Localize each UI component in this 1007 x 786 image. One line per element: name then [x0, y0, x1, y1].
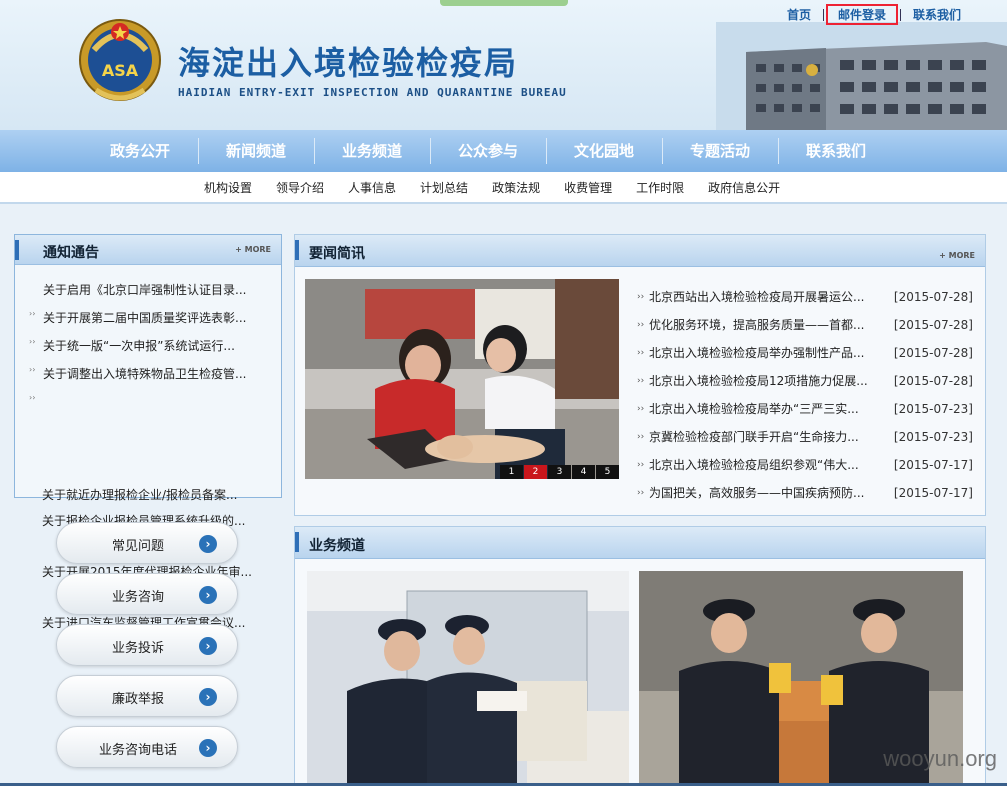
- slider-dot[interactable]: 3: [548, 465, 571, 479]
- notice-panel-title: 通知通告: [43, 245, 99, 261]
- news-slider-photo[interactable]: 1 2 3 4 5: [305, 279, 619, 479]
- cpr-training-photo: [305, 279, 619, 479]
- news-item[interactable]: 北京西站出入境检验检疫局开展暑运公... [2015-07-28]: [637, 283, 973, 311]
- news-panel-title: 要闻简讯: [309, 246, 365, 262]
- nav-item-news[interactable]: 新闻频道: [198, 130, 314, 172]
- top-tab-decoration: [440, 0, 568, 6]
- business-photo-inspection[interactable]: [307, 571, 629, 786]
- news-date: [2015-07-28]: [893, 346, 973, 360]
- svg-text:ASA: ASA: [102, 61, 139, 80]
- subnav-item[interactable]: 政策法规: [480, 179, 552, 196]
- inspection-photo: [307, 571, 629, 786]
- news-title[interactable]: 北京出入境检验检疫局举办“三严三实...: [637, 395, 867, 423]
- top-links: 首页 邮件登录 联系我们: [777, 4, 971, 25]
- news-title[interactable]: 为国把关，高效服务——中国疾病预防...: [637, 479, 867, 507]
- business-complaint-button[interactable]: 业务投诉 ›: [56, 624, 238, 666]
- news-date: [2015-07-23]: [893, 430, 973, 444]
- notice-item[interactable]: 关于启用《北京口岸强制性认证目录...: [29, 279, 273, 325]
- notice-list: 关于启用《北京口岸强制性认证目录... 关于开展第二届中国质量奖评选表彰... …: [29, 279, 273, 409]
- bureau-emblem-icon: ASA: [79, 19, 161, 101]
- news-title[interactable]: 优化服务环境，提高服务质量——首都...: [637, 311, 867, 339]
- building-photo: [716, 22, 1007, 130]
- home-link[interactable]: 首页: [777, 6, 821, 23]
- slider-dot[interactable]: 5: [596, 465, 619, 479]
- nav-item-government-affairs[interactable]: 政务公开: [82, 130, 198, 172]
- slider-pagination: 1 2 3 4 5: [499, 465, 619, 479]
- news-more-link[interactable]: + MORE: [939, 251, 975, 260]
- slider-dot-active[interactable]: 2: [524, 465, 547, 479]
- business-panel-title: 业务频道: [309, 538, 365, 554]
- notice-item[interactable]: 关于开展第二届中国质量奖评选表彰...: [29, 307, 273, 353]
- header-accent-bar: [15, 240, 19, 260]
- nav-item-public-participation[interactable]: 公众参与: [430, 130, 546, 172]
- top-link-divider: [899, 8, 901, 21]
- nav-item-business[interactable]: 业务频道: [314, 130, 430, 172]
- arrow-right-icon: ›: [199, 586, 217, 604]
- business-consult-button[interactable]: 业务咨询 ›: [56, 573, 238, 615]
- news-item[interactable]: 为国把关，高效服务——中国疾病预防... [2015-07-17]: [637, 479, 973, 507]
- site-subtitle: HAIDIAN ENTRY-EXIT INSPECTION AND QUARAN…: [178, 86, 567, 99]
- header-accent-bar: [295, 240, 299, 260]
- mail-login-link[interactable]: 邮件登录: [825, 4, 898, 25]
- news-title[interactable]: 北京西站出入境检验检疫局开展暑运公...: [637, 283, 867, 311]
- site-header: ASA 海淀出入境检验检疫局 HAIDIAN ENTRY-EXIT INSPEC…: [0, 0, 1007, 130]
- news-date: [2015-07-17]: [893, 486, 973, 500]
- notice-item[interactable]: 关于调整出入境特殊物品卫生检疫管...: [29, 363, 273, 409]
- news-item[interactable]: 北京出入境检验检疫局12项措施力促展... [2015-07-28]: [637, 367, 973, 395]
- subnav-item[interactable]: 人事信息: [336, 179, 408, 196]
- news-date: [2015-07-17]: [893, 458, 973, 472]
- business-panel-header: 业务频道: [295, 527, 985, 559]
- integrity-report-button[interactable]: 廉政举报 ›: [56, 675, 238, 717]
- subnav-item[interactable]: 领导介绍: [264, 179, 336, 196]
- notice-more-link[interactable]: + MORE: [235, 245, 271, 254]
- slider-dot[interactable]: 4: [572, 465, 595, 479]
- subnav-item[interactable]: 计划总结: [408, 179, 480, 196]
- news-title[interactable]: 京冀检验检疫部门联手开启“生命接力...: [637, 423, 867, 451]
- sub-nav: 机构设置 领导介绍 人事信息 计划总结 政策法规 收费管理 工作时限 政府信息公…: [0, 172, 1007, 204]
- news-panel-header: 要闻简讯 + MORE: [295, 235, 985, 267]
- notice-panel: 通知通告 + MORE 关于启用《北京口岸强制性认证目录... 关于开展第二届中…: [14, 234, 282, 498]
- notice-item[interactable]: 关于就近办理报检企业/报检员备案...: [42, 484, 252, 506]
- news-date: [2015-07-28]: [893, 290, 973, 304]
- news-item[interactable]: 京冀检验检疫部门联手开启“生命接力... [2015-07-23]: [637, 423, 973, 451]
- nav-item-culture[interactable]: 文化园地: [546, 130, 662, 172]
- site-title: 海淀出入境检验检疫局: [178, 44, 519, 82]
- arrow-right-icon: ›: [199, 688, 217, 706]
- subnav-item[interactable]: 收费管理: [552, 179, 624, 196]
- slider-dot[interactable]: 1: [500, 465, 523, 479]
- contact-link[interactable]: 联系我们: [903, 6, 971, 23]
- news-title[interactable]: 北京出入境检验检疫局举办强制性产品...: [637, 339, 867, 367]
- notice-item[interactable]: 关于统一版“一次申报”系统试运行...: [29, 335, 273, 381]
- news-item[interactable]: 北京出入境检验检疫局举办“三严三实... [2015-07-23]: [637, 395, 973, 423]
- news-title[interactable]: 北京出入境检验检疫局12项措施力促展...: [637, 367, 867, 395]
- arrow-right-icon: ›: [199, 535, 217, 553]
- main-nav: 政务公开 新闻频道 业务频道 公众参与 文化园地 专题活动 联系我们: [0, 130, 1007, 172]
- news-list: 北京西站出入境检验检疫局开展暑运公... [2015-07-28] 优化服务环境，…: [637, 283, 973, 507]
- subnav-item[interactable]: 机构设置: [192, 179, 264, 196]
- consult-phone-button[interactable]: 业务咨询电话 ›: [56, 726, 238, 768]
- news-panel: 要闻简讯 + MORE 1 2 3 4 5 ›› 北京西站出入境检验检疫局开展暑…: [294, 234, 986, 516]
- notice-panel-header: 通知通告 + MORE: [15, 235, 281, 265]
- news-title[interactable]: 北京出入境检验检疫局组织参观“伟大...: [637, 451, 867, 479]
- news-date: [2015-07-28]: [893, 374, 973, 388]
- nav-item-special-events[interactable]: 专题活动: [662, 130, 778, 172]
- news-date: [2015-07-28]: [893, 318, 973, 332]
- top-link-divider: [822, 8, 824, 21]
- header-accent-bar: [295, 532, 299, 552]
- arrow-right-icon: ›: [199, 637, 217, 655]
- nav-item-contact[interactable]: 联系我们: [778, 130, 894, 172]
- faq-button[interactable]: 常见问题 ›: [56, 522, 238, 564]
- subnav-item[interactable]: 政府信息公开: [696, 179, 792, 196]
- news-item[interactable]: 优化服务环境，提高服务质量——首都... [2015-07-28]: [637, 311, 973, 339]
- news-item[interactable]: 北京出入境检验检疫局组织参观“伟大... [2015-07-17]: [637, 451, 973, 479]
- watermark: wooyun.org: [883, 746, 997, 771]
- news-date: [2015-07-23]: [893, 402, 973, 416]
- news-item[interactable]: 北京出入境检验检疫局举办强制性产品... [2015-07-28]: [637, 339, 973, 367]
- subnav-item[interactable]: 工作时限: [624, 179, 696, 196]
- arrow-right-icon: ›: [199, 739, 217, 757]
